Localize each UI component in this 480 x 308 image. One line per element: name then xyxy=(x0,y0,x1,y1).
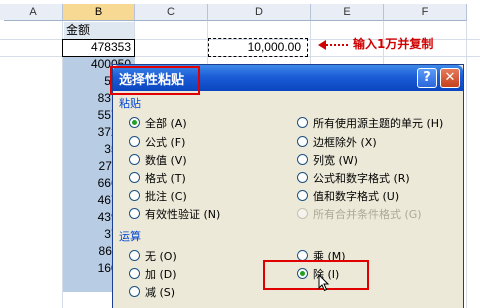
radio-label: 加 (D) xyxy=(145,268,177,281)
radio-label: 格式 (T) xyxy=(145,172,186,185)
radio-icon xyxy=(297,136,308,147)
radio-icon xyxy=(129,208,140,219)
radio-label: 边框除外 (X) xyxy=(313,136,377,149)
divide-highlight-box xyxy=(263,260,369,290)
radio-icon xyxy=(129,286,140,297)
radio-label: 所有合并条件格式 (G) xyxy=(313,208,422,221)
radio-selected-icon xyxy=(129,117,140,128)
radio-label: 值和数字格式 (U) xyxy=(313,190,400,203)
radio-label: 全部 (A) xyxy=(145,117,187,130)
paste-special-dialog: 选择性粘贴 ? ✕ 粘贴 全部 (A) 公式 (F) 数值 (V) 格式 (T)… xyxy=(110,64,464,308)
copied-cell-d2[interactable]: 10,000.00 xyxy=(208,38,308,57)
radio-label: 无 (O) xyxy=(145,250,177,263)
radio-label: 有效性验证 (N) xyxy=(145,208,221,221)
column-header-a[interactable]: A xyxy=(4,4,63,21)
radio-icon xyxy=(129,268,140,279)
radio-label: 公式和数字格式 (R) xyxy=(313,172,410,185)
grid-line xyxy=(466,21,467,308)
close-button[interactable]: ✕ xyxy=(440,68,460,88)
column-header-b[interactable]: B xyxy=(63,4,135,21)
column-header-f[interactable]: F xyxy=(384,4,467,21)
radio-label: 列宽 (W) xyxy=(313,154,358,167)
annotation-text: 输入1万并复制 xyxy=(353,37,434,51)
radio-icon xyxy=(129,172,140,183)
column-header-d[interactable]: D xyxy=(208,4,311,21)
dialog-titlebar[interactable]: 选择性粘贴 ? ✕ xyxy=(110,65,463,95)
arrow-left-icon xyxy=(318,40,326,50)
mouse-cursor-icon xyxy=(318,274,330,292)
radio-label: 批注 (C) xyxy=(145,190,187,203)
radio-icon xyxy=(129,136,140,147)
radio-label: 数值 (V) xyxy=(145,154,187,167)
radio-label: 公式 (F) xyxy=(145,136,186,149)
radio-icon xyxy=(129,154,140,165)
header-cell-amount[interactable]: 金额 xyxy=(64,22,134,39)
radio-icon xyxy=(297,117,308,128)
radio-icon xyxy=(129,250,140,261)
radio-icon xyxy=(297,154,308,165)
title-highlight-box xyxy=(110,66,200,95)
radio-icon xyxy=(297,190,308,201)
radio-disabled-icon xyxy=(297,208,308,219)
cell-b2[interactable]: 478353 xyxy=(64,39,133,56)
radio-label: 所有使用源主题的单元 (H) xyxy=(313,117,444,130)
arrow-tail xyxy=(326,44,348,46)
column-header-c[interactable]: C xyxy=(135,4,208,21)
column-header-e[interactable]: E xyxy=(311,4,384,21)
paste-section-label: 粘贴 xyxy=(119,97,141,110)
radio-icon xyxy=(129,190,140,201)
radio-icon xyxy=(297,172,308,183)
help-button[interactable]: ? xyxy=(417,68,437,88)
radio-label: 减 (S) xyxy=(145,286,176,299)
operation-section-label: 运算 xyxy=(119,230,141,243)
